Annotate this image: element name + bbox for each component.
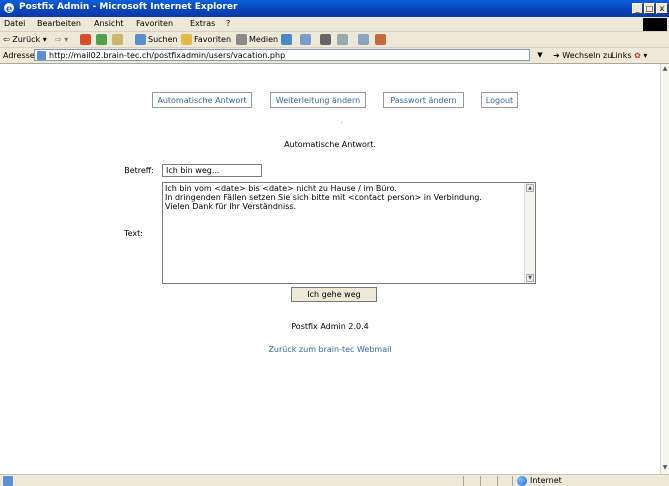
text-label: Text: xyxy=(124,229,143,238)
forward-button[interactable]: ⇨ ▾ xyxy=(55,35,68,44)
maximize-button[interactable]: □ xyxy=(644,3,655,14)
search-icon xyxy=(135,34,146,45)
internet-zone-icon xyxy=(517,476,527,486)
go-button[interactable]: ➜ Wechseln zu xyxy=(553,51,612,60)
message-line: In dringenden Fällen setzen Sie sich bit… xyxy=(165,193,482,202)
menu-datei[interactable]: Datei xyxy=(4,19,25,28)
print-icon[interactable] xyxy=(320,34,331,45)
page-scroll-up-icon[interactable]: ▲ xyxy=(661,65,669,74)
page-heading: Automatische Antwort. xyxy=(284,140,376,149)
favorites-button[interactable]: Favoriten xyxy=(194,35,231,44)
menu-help[interactable]: ? xyxy=(226,19,230,28)
window-title: Postfix Admin - Microsoft Internet Explo… xyxy=(19,2,238,12)
browser-window: e Postfix Admin - Microsoft Internet Exp… xyxy=(0,0,669,486)
scroll-up-icon[interactable]: ▲ xyxy=(526,184,534,192)
media-button[interactable]: Medien xyxy=(249,35,278,44)
page-content: Automatische Antwort Weiterleitung änder… xyxy=(0,64,660,474)
scroll-down-icon[interactable]: ▼ xyxy=(526,274,534,282)
subject-input[interactable]: Ich bin weg... xyxy=(162,164,262,177)
menu-favoriten[interactable]: Favoriten xyxy=(136,19,173,28)
nav-passwort-aendern[interactable]: Passwort ändern xyxy=(383,92,464,108)
menu-ansicht[interactable]: Ansicht xyxy=(94,19,124,28)
version-text: Postfix Admin 2.0.4 xyxy=(291,322,369,331)
message-line: Vielen Dank für Ihr Verständniss. xyxy=(165,202,297,211)
toolbar: ⇦ Zurück ▾ ⇨ ▾ Suchen Favoriten Medien xyxy=(0,32,669,48)
menu-bar: Datei Bearbeiten Ansicht Favoriten Extra… xyxy=(0,17,669,32)
nav-weiterleitung-aendern[interactable]: Weiterleitung ändern xyxy=(270,92,366,108)
address-bar: Adresse http://mail02.brain-tec.ch/postf… xyxy=(0,48,669,64)
svg-text:e: e xyxy=(6,4,12,14)
windows-logo-icon xyxy=(643,18,667,31)
submit-button[interactable]: Ich gehe weg xyxy=(291,287,377,302)
refresh-icon[interactable] xyxy=(96,34,107,45)
status-separator xyxy=(463,476,464,486)
edit-icon[interactable] xyxy=(337,34,348,45)
links-button[interactable]: Links ✿ ▾ xyxy=(611,51,647,60)
favorites-icon xyxy=(181,34,192,45)
discuss-icon[interactable] xyxy=(358,34,369,45)
status-separator xyxy=(480,476,481,486)
security-zone-label: Internet xyxy=(530,476,562,485)
status-bar: Internet xyxy=(0,474,669,486)
stop-icon[interactable] xyxy=(80,34,91,45)
menu-bearbeiten[interactable]: Bearbeiten xyxy=(37,19,81,28)
links-label: Links xyxy=(611,51,632,60)
page-scroll-down-icon[interactable]: ▼ xyxy=(661,464,669,473)
message-text: Ich bin vom <date> bis <date> nicht zu H… xyxy=(165,184,482,211)
close-button[interactable]: x xyxy=(656,3,668,14)
address-input[interactable]: http://mail02.brain-tec.ch/postfixadmin/… xyxy=(34,49,530,61)
history-icon[interactable] xyxy=(281,34,292,45)
minimize-button[interactable]: _ xyxy=(632,3,643,14)
title-bar: e Postfix Admin - Microsoft Internet Exp… xyxy=(0,0,669,17)
address-url: http://mail02.brain-tec.ch/postfixadmin/… xyxy=(49,51,286,60)
page-scrollbar[interactable]: ▲ ▼ xyxy=(660,64,669,474)
subject-label: Betreff: xyxy=(124,166,154,175)
message-line: Ich bin vom <date> bis <date> nicht zu H… xyxy=(165,184,397,193)
go-label: Wechseln zu xyxy=(562,51,613,60)
nav-automatische-antwort[interactable]: Automatische Antwort xyxy=(152,92,252,108)
back-button[interactable]: ⇦ Zurück ▾ xyxy=(3,35,47,44)
media-icon xyxy=(236,34,247,45)
back-label: Zurück xyxy=(12,35,41,44)
ie-logo-icon: e xyxy=(4,3,14,14)
status-separator xyxy=(497,476,498,486)
menu-extras[interactable]: Extras xyxy=(190,19,215,28)
status-separator xyxy=(512,476,513,486)
status-page-icon xyxy=(3,476,13,486)
mail-icon[interactable] xyxy=(300,34,311,45)
message-textarea[interactable]: Ich bin vom <date> bis <date> nicht zu H… xyxy=(162,182,536,284)
address-label: Adresse xyxy=(3,51,35,60)
back-to-webmail-link-text[interactable]: Zurück zum brain-tec Webmail xyxy=(268,345,391,354)
address-dropdown-icon[interactable]: ▼ xyxy=(535,50,545,60)
messenger-icon[interactable] xyxy=(375,34,386,45)
back-to-webmail-link: Zurück zum brain-tec Webmail xyxy=(0,345,660,354)
page-icon xyxy=(37,51,46,60)
textarea-scrollbar[interactable]: ▲ ▼ xyxy=(524,183,535,283)
separator-dot xyxy=(341,122,342,123)
search-button[interactable]: Suchen xyxy=(148,35,178,44)
home-icon[interactable] xyxy=(112,34,123,45)
nav-logout[interactable]: Logout xyxy=(481,92,518,108)
links-icon: ✿ xyxy=(634,51,641,60)
